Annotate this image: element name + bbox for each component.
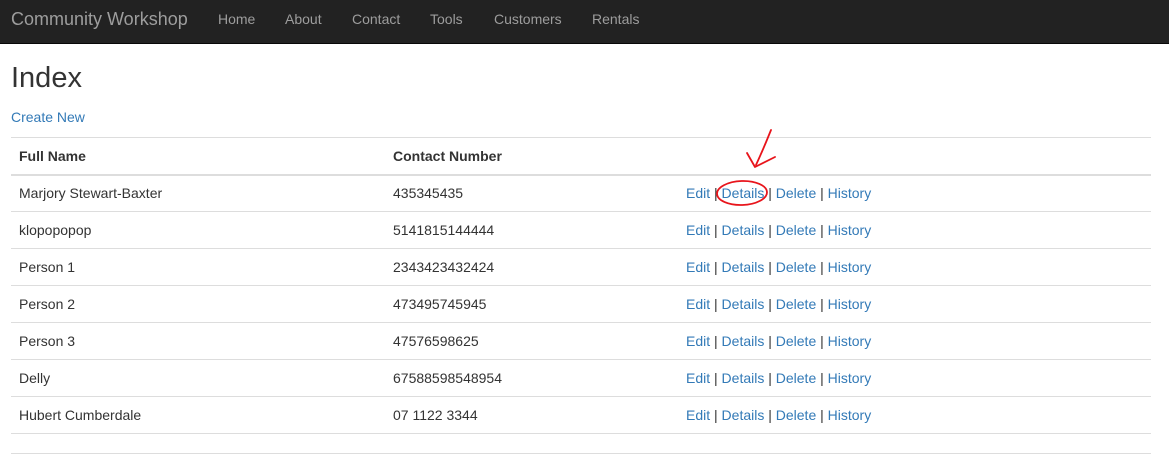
edit-link[interactable]: Edit bbox=[686, 407, 710, 423]
page-title: Index bbox=[11, 62, 82, 94]
nav-rentals[interactable]: Rentals bbox=[592, 11, 639, 27]
action-separator: | bbox=[820, 407, 824, 423]
nav-about[interactable]: About bbox=[285, 11, 322, 27]
row-border bbox=[11, 359, 1151, 360]
delete-link[interactable]: Delete bbox=[776, 407, 816, 423]
action-separator: | bbox=[820, 333, 824, 349]
history-link[interactable]: History bbox=[828, 296, 872, 312]
details-link[interactable]: Details bbox=[722, 222, 765, 238]
action-separator: | bbox=[714, 407, 718, 423]
cell-contact-number: 07 1122 3344 bbox=[393, 407, 478, 423]
delete-link[interactable]: Delete bbox=[776, 259, 816, 275]
action-separator: | bbox=[768, 370, 772, 386]
row-actions: Edit | Details | Delete | History bbox=[686, 185, 871, 201]
top-navbar: Community Workshop Home About Contact To… bbox=[0, 0, 1169, 44]
action-separator: | bbox=[820, 185, 824, 201]
row-border bbox=[11, 433, 1151, 434]
action-separator: | bbox=[714, 296, 718, 312]
cell-full-name: Person 1 bbox=[19, 259, 76, 275]
header-contact-number: Contact Number bbox=[393, 148, 502, 164]
delete-link[interactable]: Delete bbox=[776, 185, 816, 201]
row-border bbox=[11, 248, 1151, 249]
row-actions: Edit | Details | Delete | History bbox=[686, 296, 871, 312]
history-link[interactable]: History bbox=[828, 333, 872, 349]
header-bottom-border bbox=[11, 174, 1151, 176]
header-full-name: Full Name bbox=[19, 148, 86, 164]
cell-contact-number: 67588598548954 bbox=[393, 370, 503, 386]
details-link[interactable]: Details bbox=[722, 370, 765, 386]
action-separator: | bbox=[714, 222, 718, 238]
action-separator: | bbox=[820, 370, 824, 386]
history-link[interactable]: History bbox=[828, 259, 872, 275]
action-separator: | bbox=[714, 333, 718, 349]
action-separator: | bbox=[768, 296, 772, 312]
row-border bbox=[11, 322, 1151, 323]
action-separator: | bbox=[820, 222, 824, 238]
action-separator: | bbox=[768, 185, 772, 201]
delete-link[interactable]: Delete bbox=[776, 333, 816, 349]
row-actions: Edit | Details | Delete | History bbox=[686, 222, 871, 238]
row-actions: Edit | Details | Delete | History bbox=[686, 370, 871, 386]
cell-full-name: Marjory Stewart-Baxter bbox=[19, 185, 163, 201]
table-top-border bbox=[11, 137, 1151, 138]
cell-contact-number: 435345435 bbox=[393, 185, 464, 201]
history-link[interactable]: History bbox=[828, 407, 872, 423]
action-separator: | bbox=[820, 259, 824, 275]
history-link[interactable]: History bbox=[828, 222, 872, 238]
edit-link[interactable]: Edit bbox=[686, 222, 710, 238]
cell-contact-number: 47576598625 bbox=[393, 333, 479, 349]
delete-link[interactable]: Delete bbox=[776, 370, 816, 386]
delete-link[interactable]: Delete bbox=[776, 296, 816, 312]
details-link[interactable]: Details bbox=[722, 333, 765, 349]
row-border bbox=[11, 211, 1151, 212]
row-border bbox=[11, 285, 1151, 286]
red-annotation bbox=[716, 129, 776, 206]
row-actions: Edit | Details | Delete | History bbox=[686, 259, 871, 275]
page-bottom-rule bbox=[11, 453, 1151, 454]
cell-full-name: Delly bbox=[19, 370, 51, 386]
action-separator: | bbox=[820, 296, 824, 312]
delete-link[interactable]: Delete bbox=[776, 222, 816, 238]
edit-link[interactable]: Edit bbox=[686, 259, 710, 275]
action-separator: | bbox=[768, 333, 772, 349]
action-separator: | bbox=[768, 407, 772, 423]
details-link[interactable]: Details bbox=[722, 407, 765, 423]
details-link[interactable]: Details bbox=[722, 185, 765, 201]
cell-contact-number: 2343423432424 bbox=[393, 259, 495, 275]
edit-link[interactable]: Edit bbox=[686, 370, 710, 386]
row-actions: Edit | Details | Delete | History bbox=[686, 407, 871, 423]
action-separator: | bbox=[714, 185, 718, 201]
nav-customers[interactable]: Customers bbox=[494, 11, 562, 27]
annotation-arrow-shaft bbox=[755, 129, 772, 166]
action-separator: | bbox=[768, 222, 772, 238]
history-link[interactable]: History bbox=[828, 370, 872, 386]
edit-link[interactable]: Edit bbox=[686, 296, 710, 312]
create-new-link[interactable]: Create New bbox=[11, 109, 85, 125]
row-border bbox=[11, 396, 1151, 397]
edit-link[interactable]: Edit bbox=[686, 333, 710, 349]
cell-contact-number: 5141815144444 bbox=[393, 222, 495, 238]
details-link[interactable]: Details bbox=[722, 296, 765, 312]
action-separator: | bbox=[714, 370, 718, 386]
action-separator: | bbox=[768, 259, 772, 275]
nav-contact[interactable]: Contact bbox=[352, 11, 400, 27]
cell-full-name: klopopopop bbox=[19, 222, 92, 238]
row-actions: Edit | Details | Delete | History bbox=[686, 333, 871, 349]
cell-full-name: Hubert Cumberdale bbox=[19, 407, 142, 423]
edit-link[interactable]: Edit bbox=[686, 185, 710, 201]
action-separator: | bbox=[714, 259, 718, 275]
history-link[interactable]: History bbox=[828, 185, 872, 201]
cell-full-name: Person 2 bbox=[19, 296, 76, 312]
nav-tools[interactable]: Tools bbox=[430, 11, 463, 27]
brand-link[interactable]: Community Workshop bbox=[11, 9, 188, 30]
annotation-arrow-head bbox=[746, 152, 776, 168]
nav-home[interactable]: Home bbox=[218, 11, 255, 27]
cell-full-name: Person 3 bbox=[19, 333, 76, 349]
details-link[interactable]: Details bbox=[722, 259, 765, 275]
cell-contact-number: 473495745945 bbox=[393, 296, 487, 312]
